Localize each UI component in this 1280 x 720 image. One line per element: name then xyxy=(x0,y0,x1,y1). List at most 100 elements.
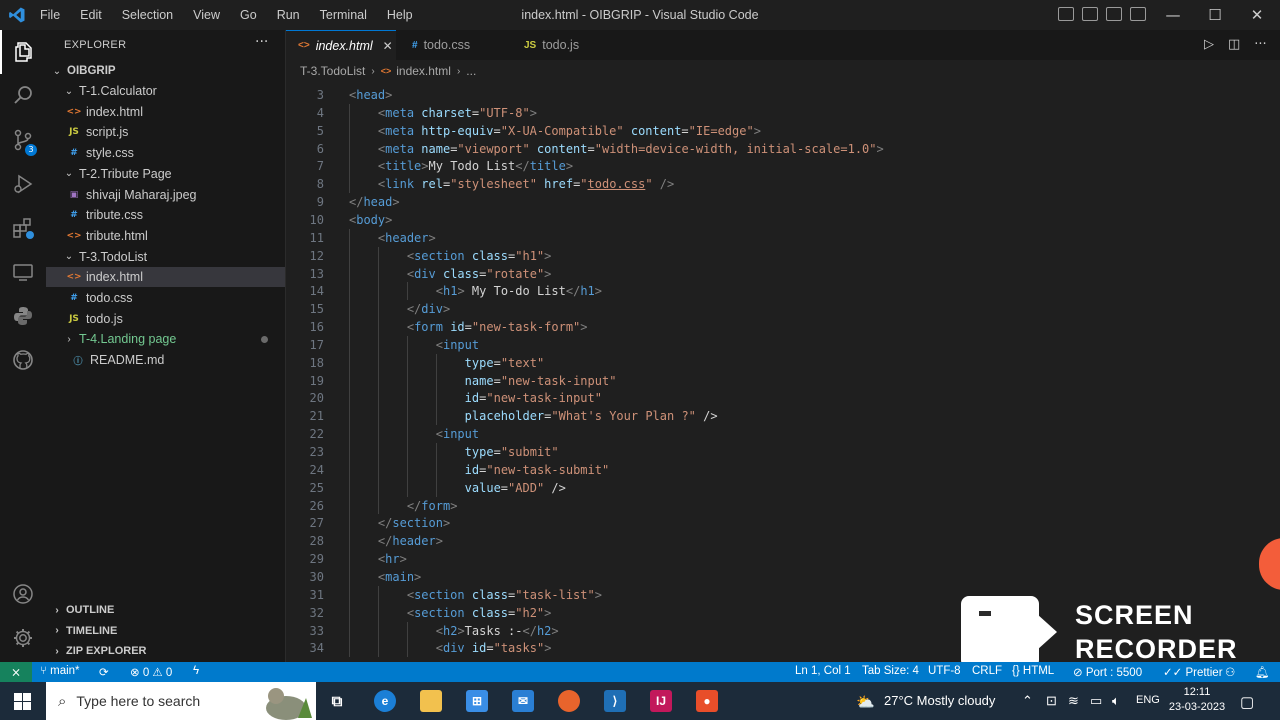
breadcrumb-file[interactable]: index.html xyxy=(396,64,451,78)
code-line[interactable]: 20 id="new-task-input" xyxy=(286,389,1280,407)
taskbar-clock[interactable]: 12:11 23-03-2023 xyxy=(1166,685,1228,715)
accounts-icon[interactable] xyxy=(0,572,46,616)
minimize-button[interactable]: — xyxy=(1150,0,1196,30)
code-line[interactable]: 10 <body> xyxy=(286,211,1280,229)
menu-run[interactable]: Run xyxy=(277,8,300,22)
battery-icon[interactable]: ▭ xyxy=(1090,693,1102,709)
menu-file[interactable]: File xyxy=(40,8,60,22)
section-outline[interactable]: › OUTLINE xyxy=(46,600,285,620)
close-button[interactable]: ✕ xyxy=(1234,0,1280,30)
menu-edit[interactable]: Edit xyxy=(80,8,102,22)
explorer-more-actions-icon[interactable]: ··· xyxy=(255,34,268,50)
taskbar-search[interactable]: ⌕ Type here to search xyxy=(46,682,316,720)
code-line[interactable]: 22 <input xyxy=(286,425,1280,443)
toggle-sidebar-icon[interactable] xyxy=(1058,7,1074,21)
code-line[interactable]: 12 <section class="h1"> xyxy=(286,247,1280,265)
tree-file[interactable]: JS todo.js xyxy=(46,309,285,329)
breadcrumb-symbol[interactable]: ... xyxy=(466,64,476,78)
tree-folder[interactable]: › T-4.Landing page xyxy=(46,329,285,349)
notification-center-icon[interactable]: ▢ xyxy=(1240,693,1254,711)
problems-status[interactable]: ⊗ 0 ⚠ 0 xyxy=(130,665,172,679)
code-line[interactable]: 9 </head> xyxy=(286,193,1280,211)
tree-file[interactable]: <> tribute.html xyxy=(46,226,285,246)
code-line[interactable]: 11 <header> xyxy=(286,229,1280,247)
code-line[interactable]: 19 name="new-task-input" xyxy=(286,372,1280,390)
section-zip-explorer[interactable]: › ZIP EXPLORER xyxy=(46,641,285,661)
tree-folder[interactable]: ⌄ T-2.Tribute Page xyxy=(46,164,285,184)
tree-file[interactable]: # style.css xyxy=(46,143,285,163)
tree-file[interactable]: # todo.css xyxy=(46,288,285,308)
run-play-icon[interactable]: ▷ xyxy=(1204,37,1214,52)
edge-browser-icon[interactable]: e xyxy=(374,690,396,712)
toggle-secondary-sidebar-icon[interactable] xyxy=(1106,7,1122,21)
code-line[interactable]: 14 <h1> My To-do List</h1> xyxy=(286,282,1280,300)
extensions-icon[interactable] xyxy=(0,206,46,250)
tree-file[interactable]: JS script.js xyxy=(46,122,285,142)
code-line[interactable]: 30 <main> xyxy=(286,568,1280,586)
python-icon[interactable] xyxy=(0,294,46,338)
code-line[interactable]: 5 <meta http-equiv="X-UA-Compatible" cont… xyxy=(286,122,1280,140)
feedback-icon[interactable]: ⚇ xyxy=(1225,665,1235,679)
tab-size[interactable]: Tab Size: 4 xyxy=(862,665,919,677)
github-icon[interactable] xyxy=(0,338,46,382)
more-actions-icon[interactable]: ··· xyxy=(1254,37,1266,52)
code-line[interactable]: 23 type="submit" xyxy=(286,443,1280,461)
task-view-icon[interactable]: ⧉ xyxy=(326,690,348,712)
input-language[interactable]: ENG xyxy=(1136,694,1160,706)
notifications-bell-icon[interactable]: 🔔︎ xyxy=(1255,665,1270,679)
code-line[interactable]: 16 <form id="new-task-form"> xyxy=(286,318,1280,336)
tray-overflow-icon[interactable]: ⌃ xyxy=(1022,693,1033,709)
code-editor[interactable]: 3 <head> 4 <meta charset="UTF-8"> 5 <meta htt… xyxy=(286,82,1280,662)
toggle-panel-icon[interactable] xyxy=(1082,7,1098,21)
section-timeline[interactable]: › TIMELINE xyxy=(46,621,285,641)
tree-file[interactable]: <> index.html xyxy=(46,102,285,122)
prettier-status[interactable]: ✓✓ Prettier xyxy=(1163,665,1223,679)
code-line[interactable]: 6 <meta name="viewport" content="width=de… xyxy=(286,140,1280,158)
tab-todo-css[interactable]: # todo.css xyxy=(396,30,506,60)
tree-file[interactable]: ⓘ README.md xyxy=(46,350,285,370)
code-line[interactable]: 3 <head> xyxy=(286,86,1280,104)
source-control-icon[interactable]: 3 xyxy=(0,118,46,162)
windows-start-icon[interactable] xyxy=(14,693,31,710)
branch-status[interactable]: ⑂ main* xyxy=(40,665,80,677)
wifi-icon[interactable]: ≋ xyxy=(1068,693,1079,709)
code-line[interactable]: 25 value="ADD" /> xyxy=(286,479,1280,497)
tree-folder[interactable]: ⌄ T-3.TodoList xyxy=(46,247,285,267)
menu-terminal[interactable]: Terminal xyxy=(320,8,367,22)
code-line[interactable]: 21 placeholder="What's Your Plan ?" /> xyxy=(286,407,1280,425)
code-line[interactable]: 17 <input xyxy=(286,336,1280,354)
customize-layout-icon[interactable] xyxy=(1130,7,1146,21)
language-mode[interactable]: {} HTML xyxy=(1012,665,1054,677)
mail-icon[interactable]: ✉ xyxy=(512,690,534,712)
workspace-root[interactable]: ⌄ OIBGRIP xyxy=(46,61,285,81)
cursor-position[interactable]: Ln 1, Col 1 xyxy=(795,665,851,677)
tree-file[interactable]: <> index.html xyxy=(46,267,285,288)
volume-icon[interactable]: 🔈︎ xyxy=(1112,693,1120,709)
code-line[interactable]: 28 </header> xyxy=(286,532,1280,550)
lightning-icon[interactable]: ϟ xyxy=(193,665,199,677)
code-line[interactable]: 29 <hr> xyxy=(286,550,1280,568)
menu-selection[interactable]: Selection xyxy=(122,8,173,22)
code-line[interactable]: 15 </div> xyxy=(286,300,1280,318)
file-explorer-icon[interactable] xyxy=(420,690,442,712)
tray-app-icon[interactable]: ⊡ xyxy=(1046,693,1057,709)
run-debug-icon[interactable] xyxy=(0,162,46,206)
close-tab-icon[interactable]: ✕ xyxy=(383,39,393,53)
weather-status[interactable]: 27°C Mostly cloudy xyxy=(884,693,995,708)
screen-recorder-app-icon[interactable]: ● xyxy=(696,690,718,712)
code-line[interactable]: 7 <title>My Todo List</title> xyxy=(286,157,1280,175)
code-line[interactable]: 26 </form> xyxy=(286,497,1280,515)
remote-explorer-icon[interactable] xyxy=(0,250,46,294)
live-server-port[interactable]: ⊘ Port : 5500 xyxy=(1073,665,1142,679)
vscode-taskbar-icon[interactable]: ⟩ xyxy=(604,690,626,712)
firefox-icon[interactable] xyxy=(558,690,580,712)
split-editor-icon[interactable]: ◫ xyxy=(1228,37,1240,52)
tree-folder[interactable]: ⌄ T-1.Calculator xyxy=(46,81,285,101)
menu-go[interactable]: Go xyxy=(240,8,257,22)
tab-todo-js[interactable]: JS todo.js xyxy=(506,30,606,60)
maximize-button[interactable]: ☐ xyxy=(1192,0,1238,30)
explorer-icon[interactable] xyxy=(0,30,46,74)
menu-view[interactable]: View xyxy=(193,8,220,22)
microsoft-store-icon[interactable]: ⊞ xyxy=(466,690,488,712)
remote-indicator-icon[interactable]: ⨯ xyxy=(0,662,32,682)
